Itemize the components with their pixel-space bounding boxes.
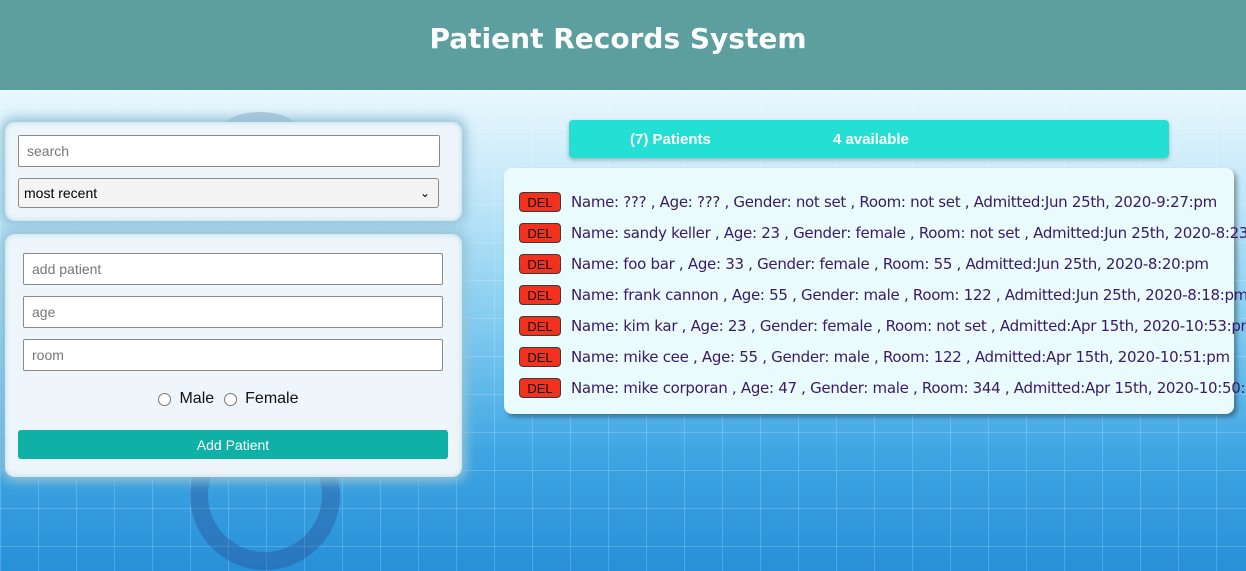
list-item: DEL Name: foo bar , Age: 33 , Gender: fe… bbox=[519, 253, 1209, 275]
add-patient-button[interactable]: Add Patient bbox=[18, 430, 448, 459]
search-panel: most recent ⌄ bbox=[5, 122, 462, 221]
search-input[interactable] bbox=[18, 135, 440, 167]
gender-radio-group: Male Female bbox=[5, 389, 462, 409]
chevron-down-icon: ⌄ bbox=[419, 186, 430, 200]
delete-button[interactable]: DEL bbox=[519, 192, 561, 212]
delete-button[interactable]: DEL bbox=[519, 316, 561, 336]
list-item: DEL Name: mike corporan , Age: 47 , Gend… bbox=[519, 377, 1246, 399]
list-item: DEL Name: ??? , Age: ??? , Gender: not s… bbox=[519, 191, 1217, 213]
delete-button[interactable]: DEL bbox=[519, 254, 561, 274]
delete-button[interactable]: DEL bbox=[519, 223, 561, 243]
gender-female-radio[interactable] bbox=[224, 392, 238, 406]
patient-age-input[interactable] bbox=[23, 296, 443, 328]
list-item: DEL Name: kim kar , Age: 23 , Gender: fe… bbox=[519, 315, 1246, 337]
patient-info: Name: frank cannon , Age: 55 , Gender: m… bbox=[571, 286, 1246, 304]
patient-name-input[interactable] bbox=[23, 253, 443, 285]
list-item: DEL Name: frank cannon , Age: 55 , Gende… bbox=[519, 284, 1246, 306]
patient-list: DEL Name: ??? , Age: ??? , Gender: not s… bbox=[504, 168, 1246, 414]
patient-count: (7) Patients bbox=[630, 131, 711, 148]
patient-info: Name: mike corporan , Age: 47 , Gender: … bbox=[571, 379, 1246, 397]
list-item: DEL Name: sandy keller , Age: 23 , Gende… bbox=[519, 222, 1246, 244]
page-title: Patient Records System bbox=[429, 21, 807, 55]
patient-info: Name: kim kar , Age: 23 , Gender: female… bbox=[571, 317, 1246, 335]
patient-info: Name: ??? , Age: ??? , Gender: not set ,… bbox=[571, 193, 1217, 211]
patient-stats-bar: (7) Patients 4 available bbox=[569, 120, 1169, 158]
app-header: Patient Records System bbox=[0, 0, 1246, 90]
gender-male-radio[interactable] bbox=[158, 392, 172, 406]
delete-button[interactable]: DEL bbox=[519, 378, 561, 398]
gender-female-label: Female bbox=[245, 390, 299, 407]
add-patient-panel: Male Female Add Patient bbox=[5, 234, 462, 477]
patient-room-input[interactable] bbox=[23, 339, 443, 371]
delete-button[interactable]: DEL bbox=[519, 285, 561, 305]
sort-select-value: most recent bbox=[24, 185, 98, 201]
patient-info: Name: foo bar , Age: 33 , Gender: female… bbox=[571, 255, 1209, 273]
delete-button[interactable]: DEL bbox=[519, 347, 561, 367]
gender-male-label: Male bbox=[179, 390, 215, 407]
patient-info: Name: sandy keller , Age: 23 , Gender: f… bbox=[571, 224, 1246, 242]
rooms-available: 4 available bbox=[833, 131, 909, 148]
list-item: DEL Name: mike cee , Age: 55 , Gender: m… bbox=[519, 346, 1230, 368]
patient-info: Name: mike cee , Age: 55 , Gender: male … bbox=[571, 348, 1230, 366]
sort-select[interactable]: most recent ⌄ bbox=[18, 178, 439, 208]
